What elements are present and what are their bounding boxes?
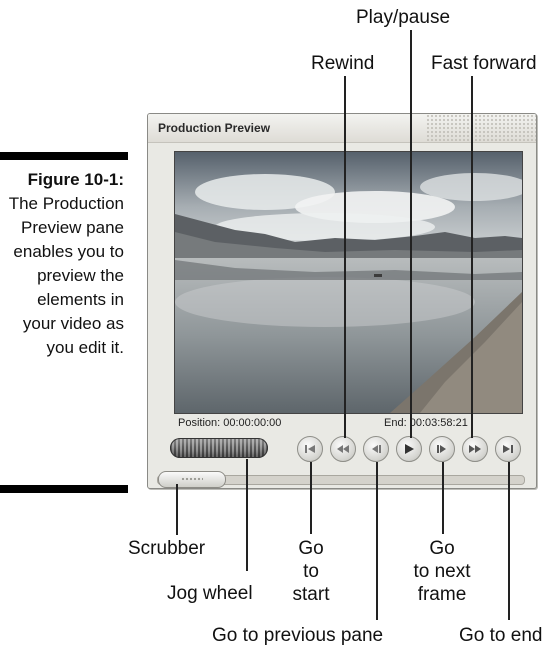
callout-go-to-next-frame: Go to next frame [413, 538, 471, 605]
lake-landscape-image [175, 152, 522, 413]
go-to-start-button[interactable] [297, 436, 323, 462]
end-readout: End: 00:03:58:21 [384, 417, 468, 429]
position-label: Position: [178, 417, 221, 429]
play-icon [405, 444, 414, 454]
previous-frame-button[interactable] [363, 436, 389, 462]
caption-top-rule [0, 152, 128, 160]
rewind-icon [337, 445, 349, 453]
end-label: End: [384, 417, 407, 429]
leader-play-pause [410, 30, 412, 438]
leader-rewind [344, 76, 346, 438]
callout-play-pause: Play/pause [356, 7, 451, 28]
callout-go-to-end: Go to end [459, 625, 543, 646]
fast-forward-button[interactable] [462, 436, 488, 462]
next-frame-icon [437, 445, 446, 453]
titlebar: Production Preview [148, 114, 536, 143]
callout-go-to-start: Go to start [292, 538, 330, 605]
fast-forward-icon [469, 445, 481, 453]
leader-fast-forward [471, 76, 473, 438]
callout-rewind: Rewind [311, 53, 375, 74]
figure-caption: Figure 10-1: The Production Preview pane… [0, 168, 124, 360]
previous-frame-icon [372, 445, 381, 453]
callout-jog-wheel: Jog wheel [167, 583, 253, 604]
play-pause-button[interactable] [396, 436, 422, 462]
leader-go-to-end [508, 462, 510, 620]
callout-go-to-previous-pane: Go to previous pane [212, 625, 384, 646]
callout-fast-forward: Fast forward [431, 53, 537, 74]
leader-go-to-next-frame [442, 462, 444, 534]
leader-jog-wheel [246, 459, 248, 571]
window-title: Production Preview [158, 121, 271, 135]
leader-scrubber [176, 484, 178, 535]
skip-end-icon [503, 445, 513, 453]
scrubber-handle[interactable] [158, 471, 226, 488]
scrubber-grip [181, 477, 203, 481]
go-to-end-button[interactable] [495, 436, 521, 462]
position-value: 00:00:00:00 [223, 417, 282, 429]
leader-go-to-previous-pane [376, 462, 378, 620]
end-value: 00:03:58:21 [409, 417, 468, 429]
next-frame-button[interactable] [429, 436, 455, 462]
leader-go-to-start [310, 462, 312, 534]
titlebar-grip [426, 114, 536, 142]
skip-start-icon [305, 445, 315, 453]
jog-wheel[interactable] [170, 438, 268, 458]
callout-scrubber: Scrubber [128, 538, 206, 559]
rewind-button[interactable] [330, 436, 356, 462]
figure-caption-text: The Production Preview pane enables you … [8, 194, 124, 357]
figure-label: Figure 10-1: [27, 170, 124, 189]
caption-bottom-rule [0, 485, 128, 493]
position-readout: Position: 00:00:00:00 [178, 417, 281, 429]
